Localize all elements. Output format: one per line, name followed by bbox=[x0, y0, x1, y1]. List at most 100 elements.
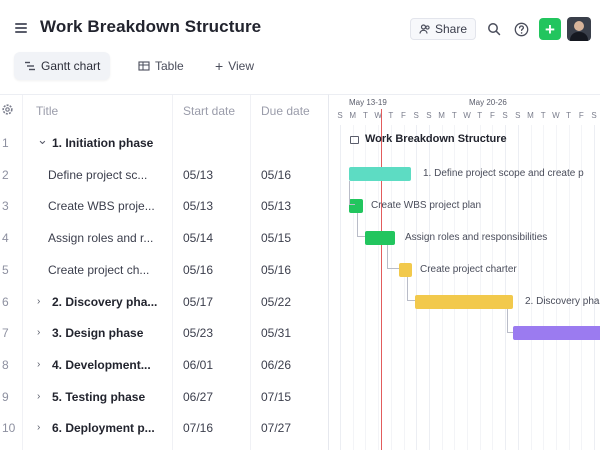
row-number: 2 bbox=[2, 167, 9, 182]
gantt-bar[interactable] bbox=[399, 263, 412, 277]
timeline-day-label: T bbox=[540, 111, 546, 120]
gantt-bar-label: Create project charter bbox=[420, 264, 517, 275]
gantt-bar-label: 2. Discovery phase bbox=[525, 296, 600, 307]
view-tabs: Gantt chart Table + View bbox=[0, 50, 600, 84]
row-start-date: 05/23 bbox=[183, 326, 214, 341]
tab-label: Table bbox=[155, 59, 184, 73]
timeline-week-label: May 13-19 bbox=[349, 98, 387, 107]
page-title: Work Breakdown Structure bbox=[40, 17, 262, 36]
table-row[interactable]: 10 › 6. Deployment p... 07/16 07/27 bbox=[0, 412, 328, 444]
timeline-day-label: S bbox=[591, 111, 597, 120]
table-row[interactable]: 2 Define project sc... 05/13 05/16 bbox=[0, 159, 328, 191]
chevron-down-icon[interactable]: ⌄ bbox=[37, 132, 48, 148]
row-number: 10 bbox=[2, 421, 16, 436]
gantt-bar[interactable] bbox=[415, 295, 513, 309]
gantt-icon bbox=[25, 61, 35, 71]
timeline-day-label: T bbox=[362, 111, 368, 120]
row-title: 4. Development... bbox=[52, 357, 151, 372]
search-icon[interactable] bbox=[484, 19, 504, 39]
row-due-date: 07/15 bbox=[261, 389, 292, 404]
row-title: Create WBS proje... bbox=[48, 199, 155, 214]
gantt-bar-label: 1. Define project scope and create p bbox=[423, 168, 584, 179]
chevron-right-icon[interactable]: › bbox=[37, 296, 40, 307]
tab-table[interactable]: Table bbox=[128, 52, 194, 80]
timeline-day-label: S bbox=[502, 111, 508, 120]
column-start-date[interactable]: Start date bbox=[183, 104, 235, 118]
timeline-day-label: F bbox=[578, 111, 584, 120]
row-start-date: 05/14 bbox=[183, 231, 214, 246]
row-start-date: 06/27 bbox=[183, 389, 214, 404]
menu-icon[interactable] bbox=[10, 17, 32, 39]
dependency-connector bbox=[357, 213, 365, 237]
row-due-date: 05/22 bbox=[261, 294, 292, 309]
row-start-date: 05/16 bbox=[183, 262, 214, 277]
row-title: 3. Design phase bbox=[52, 326, 144, 341]
tab-gantt-chart[interactable]: Gantt chart bbox=[14, 52, 111, 80]
row-due-date: 07/27 bbox=[261, 421, 292, 436]
timeline-day-label: M bbox=[438, 111, 445, 120]
table-row[interactable]: 7 › 3. Design phase 05/23 05/31 bbox=[0, 317, 328, 349]
row-due-date: 05/15 bbox=[261, 231, 292, 246]
gantt-chart: May 13-19May 20-26SMTWTFSSMTWTFSSMTWTFSS… bbox=[328, 94, 600, 450]
row-title: Define project sc... bbox=[48, 167, 148, 182]
row-number: 1 bbox=[2, 136, 9, 150]
users-icon bbox=[419, 24, 430, 34]
help-icon[interactable] bbox=[511, 19, 531, 39]
tab-add-view[interactable]: + View bbox=[205, 52, 264, 80]
chevron-right-icon[interactable]: › bbox=[37, 391, 40, 402]
timeline-day-label: S bbox=[413, 111, 419, 120]
row-number: 6 bbox=[2, 294, 9, 309]
row-number: 3 bbox=[2, 199, 9, 214]
table-row[interactable]: 9 › 5. Testing phase 06/27 07/15 bbox=[0, 381, 328, 413]
timeline-day-label: T bbox=[388, 111, 394, 120]
timeline-day-label: T bbox=[451, 111, 457, 120]
row-title: Create project ch... bbox=[48, 262, 150, 277]
timeline-day-label: T bbox=[566, 111, 572, 120]
column-due-date[interactable]: Due date bbox=[261, 104, 310, 118]
row-number: 4 bbox=[2, 231, 9, 246]
folder-icon bbox=[350, 136, 359, 144]
row-due-date: 05/13 bbox=[261, 199, 292, 214]
row-start-date: 05/13 bbox=[183, 199, 214, 214]
row-number: 8 bbox=[2, 357, 9, 372]
row-title: Assign roles and r... bbox=[48, 231, 154, 246]
plus-icon: + bbox=[215, 58, 224, 74]
share-button[interactable]: Share bbox=[410, 18, 476, 40]
row-number: 9 bbox=[2, 389, 9, 404]
gantt-bar-label: Assign roles and responsibilities bbox=[405, 232, 548, 243]
settings-icon[interactable] bbox=[1, 103, 14, 119]
table-row[interactable]: 4 Assign roles and r... 05/14 05/15 bbox=[0, 222, 328, 254]
table-row[interactable]: 1 ⌄ 1. Initiation phase bbox=[0, 127, 328, 159]
row-due-date: 05/16 bbox=[261, 262, 292, 277]
chevron-right-icon[interactable]: › bbox=[37, 359, 40, 370]
timeline-day-label: S bbox=[426, 111, 432, 120]
row-due-date: 05/31 bbox=[261, 326, 292, 341]
row-title: 6. Deployment p... bbox=[52, 421, 155, 436]
tab-label: Gantt chart bbox=[41, 59, 101, 73]
table-row[interactable]: 5 Create project ch... 05/16 05/16 bbox=[0, 254, 328, 286]
row-start-date: 06/01 bbox=[183, 357, 214, 372]
gantt-bar[interactable] bbox=[349, 167, 411, 181]
tab-label: View bbox=[228, 59, 254, 73]
column-title[interactable]: Title bbox=[36, 104, 58, 118]
row-title: 5. Testing phase bbox=[52, 389, 146, 404]
timeline-day-label: M bbox=[527, 111, 534, 120]
gantt-bar-label: Create WBS project plan bbox=[371, 200, 482, 211]
table-row[interactable]: 3 Create WBS proje... 05/13 05/13 bbox=[0, 190, 328, 222]
today-marker bbox=[381, 109, 382, 450]
chevron-right-icon[interactable]: › bbox=[37, 327, 40, 338]
row-due-date: 05/16 bbox=[261, 167, 292, 182]
row-title: 1. Initiation phase bbox=[52, 136, 154, 150]
gantt-bar[interactable] bbox=[513, 326, 600, 340]
gantt-bar[interactable] bbox=[365, 231, 395, 245]
share-label: Share bbox=[434, 22, 468, 36]
table-row[interactable]: 8 › 4. Development... 06/01 06/26 bbox=[0, 349, 328, 381]
avatar[interactable] bbox=[567, 17, 591, 41]
table-row[interactable]: 6 › 2. Discovery pha... 05/17 05/22 bbox=[0, 286, 328, 318]
row-number: 5 bbox=[2, 262, 9, 277]
add-button[interactable]: + bbox=[539, 18, 561, 40]
timeline-day-label: T bbox=[477, 111, 483, 120]
row-number: 7 bbox=[2, 326, 9, 341]
dependency-connector bbox=[507, 309, 513, 333]
chevron-right-icon[interactable]: › bbox=[37, 422, 40, 433]
